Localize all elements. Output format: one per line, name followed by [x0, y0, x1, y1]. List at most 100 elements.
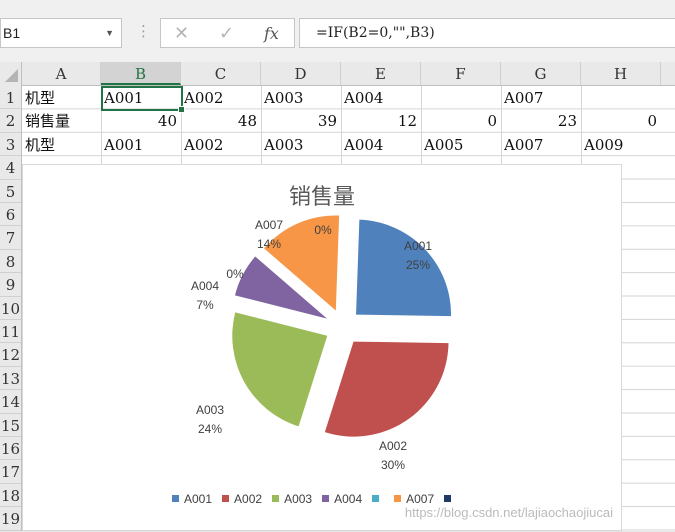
drag-handle-icon[interactable]: ⋮ [136, 24, 151, 39]
cell-f2[interactable]: 0 [421, 109, 501, 132]
data-label-percent: 0% [314, 223, 332, 237]
column-header-h[interactable]: H [581, 62, 661, 85]
data-label-percent: 14% [256, 237, 282, 251]
legend-label: A001 [184, 492, 213, 506]
row-header-6[interactable]: 6 [0, 203, 21, 227]
legend-swatch [322, 495, 330, 502]
row-header-16[interactable]: 16 [0, 437, 21, 461]
legend-swatch [394, 495, 402, 502]
column-header-a[interactable]: A [22, 62, 101, 85]
cancel-icon[interactable]: ✕ [174, 23, 189, 44]
fill-handle[interactable] [178, 106, 185, 113]
row-header-2[interactable]: 2 [0, 109, 21, 133]
row-header-10[interactable]: 10 [0, 297, 21, 320]
row-header-17[interactable]: 17 [0, 460, 21, 484]
row-header-8[interactable]: 8 [0, 250, 21, 274]
watermark: https://blog.csdn.net/lajiaochaojiucai [404, 505, 613, 520]
cell-b3[interactable]: A001 [101, 133, 181, 156]
cell-g3[interactable]: A007 [501, 133, 581, 156]
legend-swatch [222, 495, 230, 502]
cell-c1[interactable]: A002 [181, 86, 261, 109]
check-icon[interactable]: ✓ [219, 23, 234, 44]
row-header-14[interactable]: 14 [0, 390, 21, 414]
cell-g1[interactable]: A007 [501, 86, 581, 109]
legend-label: A002 [234, 492, 263, 506]
name-box-value: B1 [3, 25, 21, 41]
legend-swatch [172, 495, 179, 502]
row-header-13[interactable]: 13 [0, 367, 21, 391]
row-header-7[interactable]: 7 [0, 226, 21, 250]
cell-e1[interactable]: A004 [341, 86, 421, 109]
data-label-percent: 30% [380, 458, 406, 472]
legend-item-blank-4[interactable] [372, 492, 384, 506]
cell-d1[interactable]: A003 [261, 86, 341, 109]
cell-c3[interactable]: A002 [181, 133, 261, 156]
cell-e2[interactable]: 12 [341, 109, 421, 132]
name-box[interactable]: B1 ▼ [0, 18, 122, 48]
column-header-e[interactable]: E [341, 62, 421, 85]
data-label-blank-4: 0% [205, 265, 265, 284]
data-label-percent: 24% [197, 422, 223, 436]
data-label-category: A007 [254, 218, 284, 232]
legend-item-a002[interactable]: A002 [222, 492, 262, 506]
pie-slice-a002[interactable] [324, 341, 449, 437]
data-label-a002: A002 30% [363, 437, 423, 475]
legend-item-a007[interactable]: A007 [394, 492, 434, 506]
row-header-5[interactable]: 5 [0, 180, 21, 203]
row-header-9[interactable]: 9 [0, 273, 21, 297]
column-header-b[interactable]: B [101, 62, 181, 85]
legend-item-a001[interactable]: A001 [172, 492, 212, 506]
row-header-1[interactable]: 1 [0, 86, 21, 110]
select-all-button[interactable] [0, 62, 22, 86]
cell-d3[interactable]: A003 [261, 133, 341, 156]
legend-item-blank-6[interactable] [444, 492, 456, 506]
cell-b2[interactable]: 40 [101, 109, 181, 132]
cell-c2[interactable]: 48 [181, 109, 261, 132]
data-label-category: A001 [403, 239, 433, 253]
data-label-a003: A003 24% [180, 401, 240, 439]
legend-item-a003[interactable]: A003 [272, 492, 312, 506]
row-header-19[interactable]: 19 [0, 507, 21, 531]
pie-chart[interactable]: 销售量 A001 25% A002 30% A003 24% A004 7% 0% A007 14%… [22, 164, 622, 531]
select-all-icon [5, 69, 18, 82]
cell-a3[interactable]: 机型 [22, 133, 101, 156]
data-label-percent: 7% [196, 298, 214, 312]
row-header-4[interactable]: 4 [0, 156, 21, 180]
chevron-down-icon[interactable]: ▼ [105, 19, 114, 47]
cell-g2[interactable]: 23 [501, 109, 581, 132]
data-label-percent: 25% [405, 258, 431, 272]
data-label-a007: A007 14% [239, 216, 299, 254]
legend-swatch [444, 495, 452, 502]
cell-f3[interactable]: A005 [421, 133, 501, 156]
row-header-3[interactable]: 3 [0, 133, 21, 157]
row-header-18[interactable]: 18 [0, 484, 21, 508]
formula-input[interactable]: =IF(B2=0,"",B3) [299, 18, 675, 48]
legend-label: A003 [284, 492, 313, 506]
data-label-percent: 0% [226, 267, 244, 281]
cell-a1[interactable]: 机型 [22, 86, 101, 109]
data-label-category: A002 [378, 439, 408, 453]
row-header-12[interactable]: 12 [0, 343, 21, 367]
legend-swatch [372, 495, 380, 502]
legend-label: A004 [334, 492, 363, 506]
insert-function-icon[interactable]: fx [264, 24, 279, 43]
row-header-11[interactable]: 11 [0, 320, 21, 344]
selected-cell-border [101, 86, 185, 113]
legend-item-a004[interactable]: A004 [322, 492, 362, 506]
cell-a2[interactable]: 销售量 [22, 109, 101, 132]
cell-h3[interactable]: A009 [581, 133, 661, 156]
column-header-bar: ABCDEFGH [0, 62, 675, 86]
data-label-blank-6: 0% [293, 221, 353, 240]
cell-d2[interactable]: 39 [261, 109, 341, 132]
cell-e3[interactable]: A004 [341, 133, 421, 156]
formula-toolbar: B1 ▼ ⋮ ✕ ✓ fx =IF(B2=0,"",B3) [0, 0, 675, 62]
legend-swatch [272, 495, 280, 502]
cell-h2[interactable]: 0 [581, 109, 661, 132]
row-header-15[interactable]: 15 [0, 414, 21, 437]
column-header-c[interactable]: C [181, 62, 261, 85]
column-header-g[interactable]: G [501, 62, 581, 85]
data-label-a001: A001 25% [388, 237, 448, 275]
column-header-f[interactable]: F [421, 62, 501, 85]
column-header-d[interactable]: D [261, 62, 341, 85]
pie-slice-a003[interactable] [232, 312, 328, 427]
